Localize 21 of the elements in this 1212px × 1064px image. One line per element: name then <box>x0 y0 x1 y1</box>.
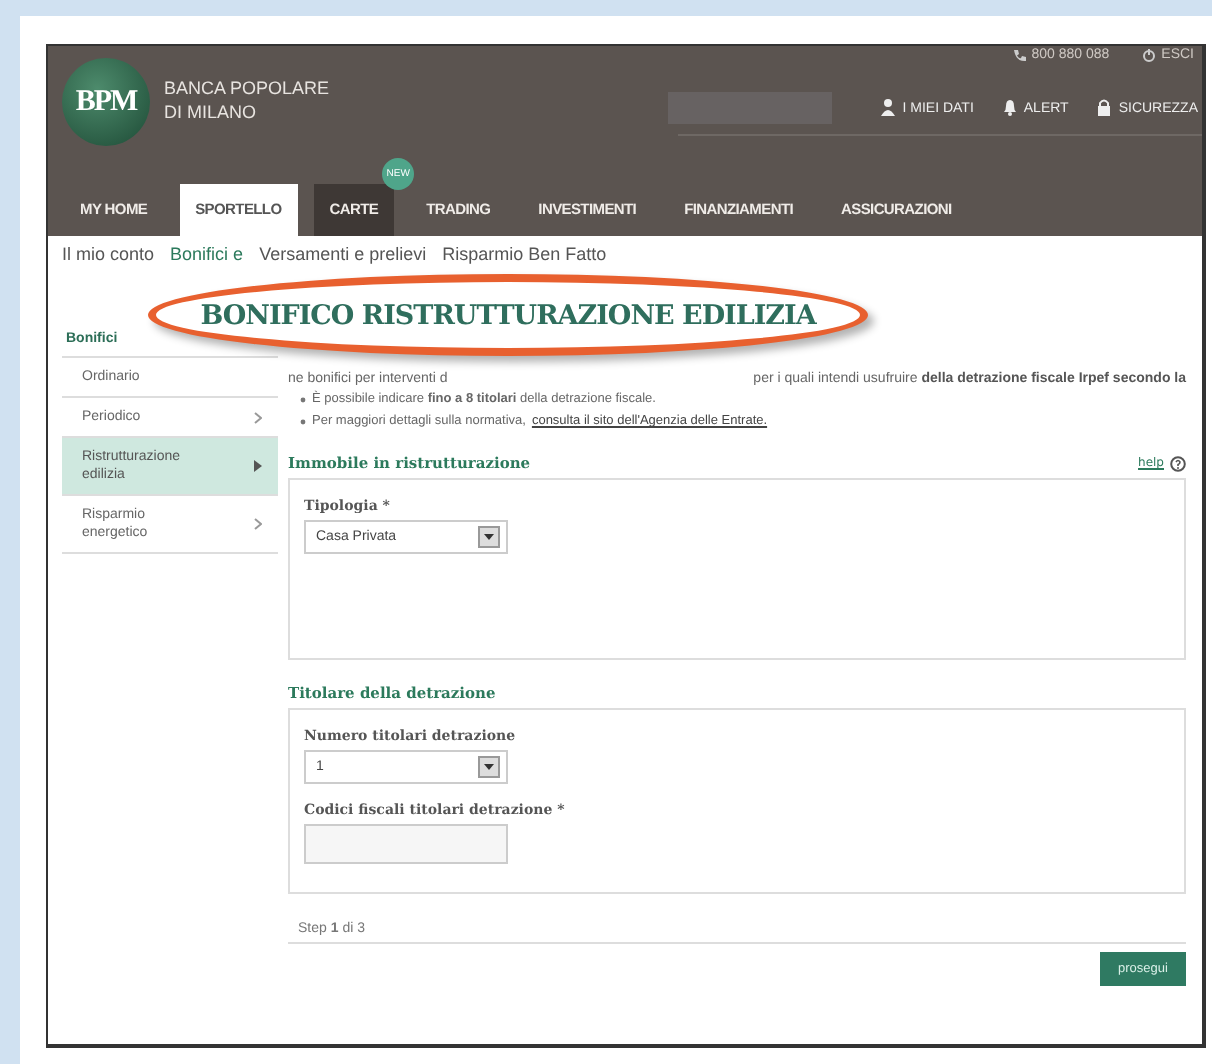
phone-icon <box>1011 48 1026 62</box>
logo[interactable]: BPM <box>62 58 150 146</box>
bullet-icon <box>300 392 306 408</box>
breadcrumb-link[interactable]: Risparmio Ben Fatto <box>442 244 607 264</box>
breadcrumb-link[interactable]: Versamenti e prelievi <box>259 244 427 264</box>
bell-icon <box>1001 98 1018 118</box>
chevron-icon <box>254 518 262 530</box>
power-icon <box>1141 48 1156 62</box>
bank-name: BANCA POPOLARE <box>164 76 330 100</box>
lock-icon <box>1096 98 1113 118</box>
person-icon <box>880 98 897 118</box>
breadcrumb-link[interactable]: Bonifici e <box>170 244 244 264</box>
bullet-icon <box>300 414 306 430</box>
chevron-icon <box>254 411 262 423</box>
triangle-icon <box>254 460 262 472</box>
input-field[interactable] <box>304 824 508 864</box>
breadcrumb-link[interactable]: Il mio conto <box>62 244 155 264</box>
caret-icon <box>484 764 494 770</box>
caret-icon <box>484 534 494 540</box>
help-icon <box>1170 455 1186 471</box>
bank-name: DI MILANO <box>164 100 259 124</box>
